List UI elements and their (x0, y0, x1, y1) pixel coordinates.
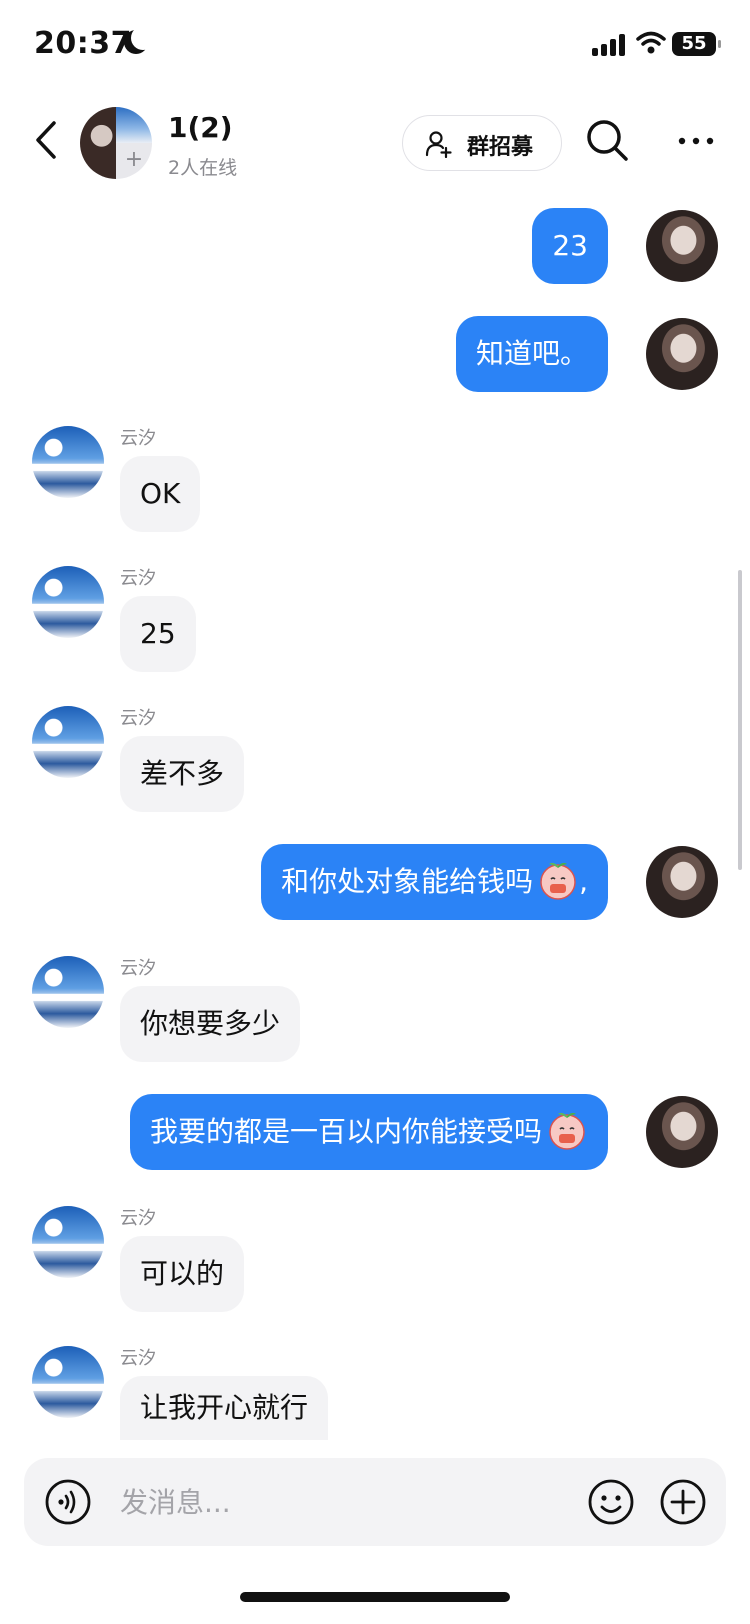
message-suffix: , (579, 865, 588, 898)
moon-icon (124, 26, 155, 54)
contact-avatar[interactable] (32, 566, 104, 638)
status-bar: 20:37 55 (0, 0, 750, 90)
group-title[interactable]: 1(2) (168, 111, 233, 144)
message-bubble-sent[interactable]: 我要的都是一百以内你能接受吗 (129, 1094, 608, 1170)
sender-name: 云汐 (120, 958, 156, 979)
cellular-signal-icon (592, 34, 626, 56)
back-arrow-icon[interactable] (28, 115, 68, 165)
message-text: 和你处对象能给钱吗 (281, 865, 534, 898)
message-input-bar (24, 1458, 726, 1546)
my-avatar[interactable] (646, 846, 718, 918)
message-input[interactable] (120, 1458, 560, 1546)
scrollbar[interactable] (738, 570, 742, 870)
message-bubble-sent[interactable]: 知道吧。 (455, 316, 608, 392)
online-status: 2人在线 (168, 157, 238, 179)
message-bubble-received[interactable]: 25 (120, 596, 196, 672)
emoji-icon[interactable] (587, 1478, 635, 1526)
wifi-icon (636, 31, 666, 54)
message-text: 我要的都是一百以内你能接受吗 (149, 1115, 542, 1148)
group-recruit-button[interactable]: 群招募 (402, 115, 562, 171)
voice-icon[interactable] (44, 1478, 92, 1526)
message-bubble-received[interactable]: OK (120, 456, 201, 532)
search-icon[interactable] (584, 117, 630, 163)
message-bubble-sent[interactable]: 23 (532, 208, 608, 284)
message-bubble-received[interactable]: 让我开心就行 (120, 1376, 329, 1440)
contact-avatar[interactable] (32, 956, 104, 1028)
my-avatar[interactable] (646, 1096, 718, 1168)
member-avatar-other (116, 107, 152, 143)
peach-face-emoji-icon (549, 1112, 585, 1150)
sender-name: 云汐 (120, 568, 156, 589)
battery-indicator: 55 (672, 32, 721, 56)
status-time: 20:37 (34, 26, 132, 61)
member-avatar-me (80, 107, 116, 179)
message-bubble-received[interactable]: 差不多 (120, 736, 245, 812)
sender-name: 云汐 (120, 708, 156, 729)
my-avatar[interactable] (646, 210, 718, 282)
sender-name: 云汐 (120, 428, 156, 449)
chat-screen: 20:37 55 + 1(2) 2人在线 群招募 23 知道吧。 云汐 OK 云… (0, 0, 750, 1624)
contact-avatar[interactable] (32, 426, 104, 498)
add-member-icon (425, 131, 452, 158)
add-member-placeholder: + (116, 143, 152, 179)
contact-avatar[interactable] (32, 1206, 104, 1278)
plus-icon[interactable] (659, 1478, 707, 1526)
message-bubble-received[interactable]: 可以的 (120, 1236, 245, 1312)
sender-name: 云汐 (120, 1348, 156, 1369)
home-indicator[interactable] (240, 1592, 510, 1602)
chat-header: + 1(2) 2人在线 群招募 (0, 95, 750, 195)
message-bubble-sent[interactable]: 和你处对象能给钱吗 , (261, 844, 608, 920)
peach-face-emoji-icon (540, 862, 576, 900)
more-icon[interactable] (676, 131, 716, 151)
sender-name: 云汐 (120, 1208, 156, 1229)
group-avatar[interactable]: + (80, 107, 152, 179)
message-bubble-received[interactable]: 你想要多少 (120, 986, 301, 1062)
contact-avatar[interactable] (32, 1346, 104, 1418)
my-avatar[interactable] (646, 318, 718, 390)
contact-avatar[interactable] (32, 706, 104, 778)
group-recruit-label: 群招募 (467, 135, 534, 160)
